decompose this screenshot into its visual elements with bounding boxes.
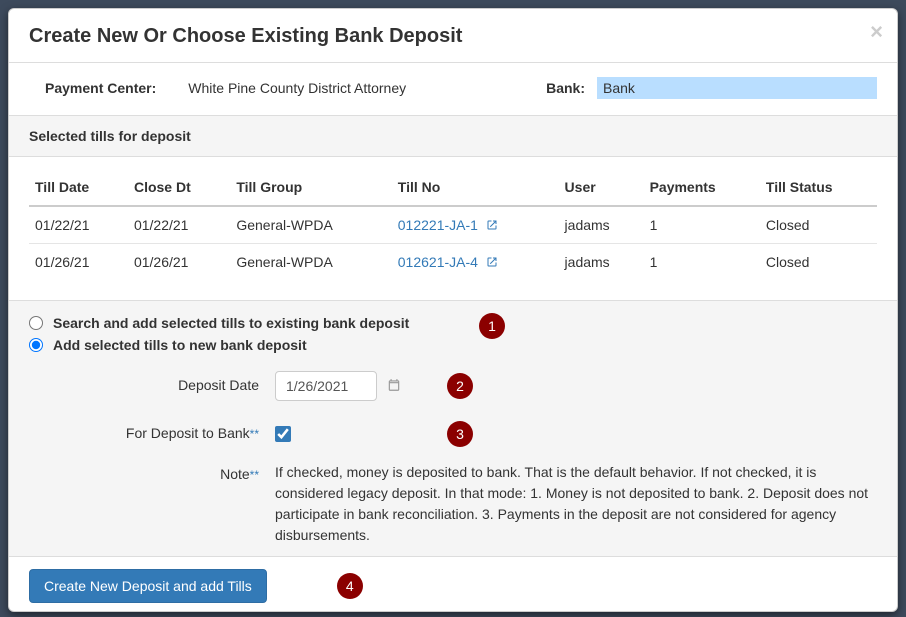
col-till-date: Till Date — [29, 169, 128, 206]
close-button[interactable]: × — [870, 19, 883, 45]
options-section: Search and add selected tills to existin… — [9, 300, 897, 556]
cell-till-status: Closed — [760, 206, 877, 244]
modal-title: Create New Or Choose Existing Bank Depos… — [29, 25, 877, 48]
cell-till-date: 01/26/21 — [29, 244, 128, 281]
callout-2: 2 — [447, 373, 473, 399]
cell-till-date: 01/22/21 — [29, 206, 128, 244]
external-link-icon[interactable] — [486, 219, 498, 231]
bank-label: Bank: — [546, 80, 585, 96]
cell-till-no: 012621-JA-4 — [392, 244, 559, 281]
cell-till-group: General-WPDA — [230, 244, 391, 281]
deposit-date-row: Deposit Date 2 — [29, 371, 877, 401]
for-deposit-checkbox[interactable] — [275, 426, 291, 442]
cell-till-group: General-WPDA — [230, 206, 391, 244]
radio-new-row: Add selected tills to new bank deposit — [29, 337, 877, 353]
table-row: 01/26/21 01/26/21 General-WPDA 012621-JA… — [29, 244, 877, 281]
cell-payments: 1 — [644, 244, 760, 281]
bank-input[interactable] — [597, 77, 877, 99]
radio-existing-row: Search and add selected tills to existin… — [29, 315, 877, 331]
tills-table-wrap: Till Date Close Dt Till Group Till No Us… — [9, 157, 897, 300]
till-link[interactable]: 012621-JA-4 — [398, 254, 478, 270]
col-payments: Payments — [644, 169, 760, 206]
section-header: Selected tills for deposit — [9, 115, 897, 157]
modal-footer: Create New Deposit and add Tills 4 — [9, 556, 897, 617]
cell-close-dt: 01/22/21 — [128, 206, 230, 244]
filter-bar: Payment Center: White Pine County Distri… — [9, 62, 897, 115]
note-text: If checked, money is deposited to bank. … — [275, 460, 875, 546]
create-deposit-button[interactable]: Create New Deposit and add Tills — [29, 569, 267, 603]
external-link-icon[interactable] — [486, 256, 498, 268]
col-close-dt: Close Dt — [128, 169, 230, 206]
modal-container: Create New Or Choose Existing Bank Depos… — [8, 8, 898, 612]
tills-table: Till Date Close Dt Till Group Till No Us… — [29, 169, 877, 280]
for-deposit-label: For Deposit to Bank** — [29, 419, 259, 441]
cell-close-dt: 01/26/21 — [128, 244, 230, 281]
radio-existing-label[interactable]: Search and add selected tills to existin… — [53, 315, 409, 331]
calendar-icon[interactable] — [387, 378, 401, 395]
form-area: Deposit Date 2 For Deposit to Bank** 3 — [29, 371, 877, 546]
radio-new[interactable] — [29, 338, 43, 352]
col-user: User — [559, 169, 644, 206]
cell-payments: 1 — [644, 206, 760, 244]
radio-new-label[interactable]: Add selected tills to new bank deposit — [53, 337, 307, 353]
deposit-date-input[interactable] — [275, 371, 377, 401]
cell-user: jadams — [559, 244, 644, 281]
note-row: Note** If checked, money is deposited to… — [29, 460, 877, 546]
payment-center-label: Payment Center: — [45, 80, 156, 96]
cell-user: jadams — [559, 206, 644, 244]
callout-1: 1 — [479, 313, 505, 339]
col-till-group: Till Group — [230, 169, 391, 206]
table-row: 01/22/21 01/22/21 General-WPDA 012221-JA… — [29, 206, 877, 244]
note-label: Note** — [29, 460, 259, 482]
cell-till-status: Closed — [760, 244, 877, 281]
deposit-date-label: Deposit Date — [29, 371, 259, 393]
for-deposit-row: For Deposit to Bank** 3 — [29, 419, 877, 442]
modal-header: Create New Or Choose Existing Bank Depos… — [9, 9, 897, 62]
payment-center-value: White Pine County District Attorney — [188, 80, 406, 96]
cell-till-no: 012221-JA-1 — [392, 206, 559, 244]
col-till-status: Till Status — [760, 169, 877, 206]
col-till-no: Till No — [392, 169, 559, 206]
radio-existing[interactable] — [29, 316, 43, 330]
till-link[interactable]: 012221-JA-1 — [398, 217, 478, 233]
callout-4: 4 — [337, 573, 363, 599]
callout-3: 3 — [447, 421, 473, 447]
